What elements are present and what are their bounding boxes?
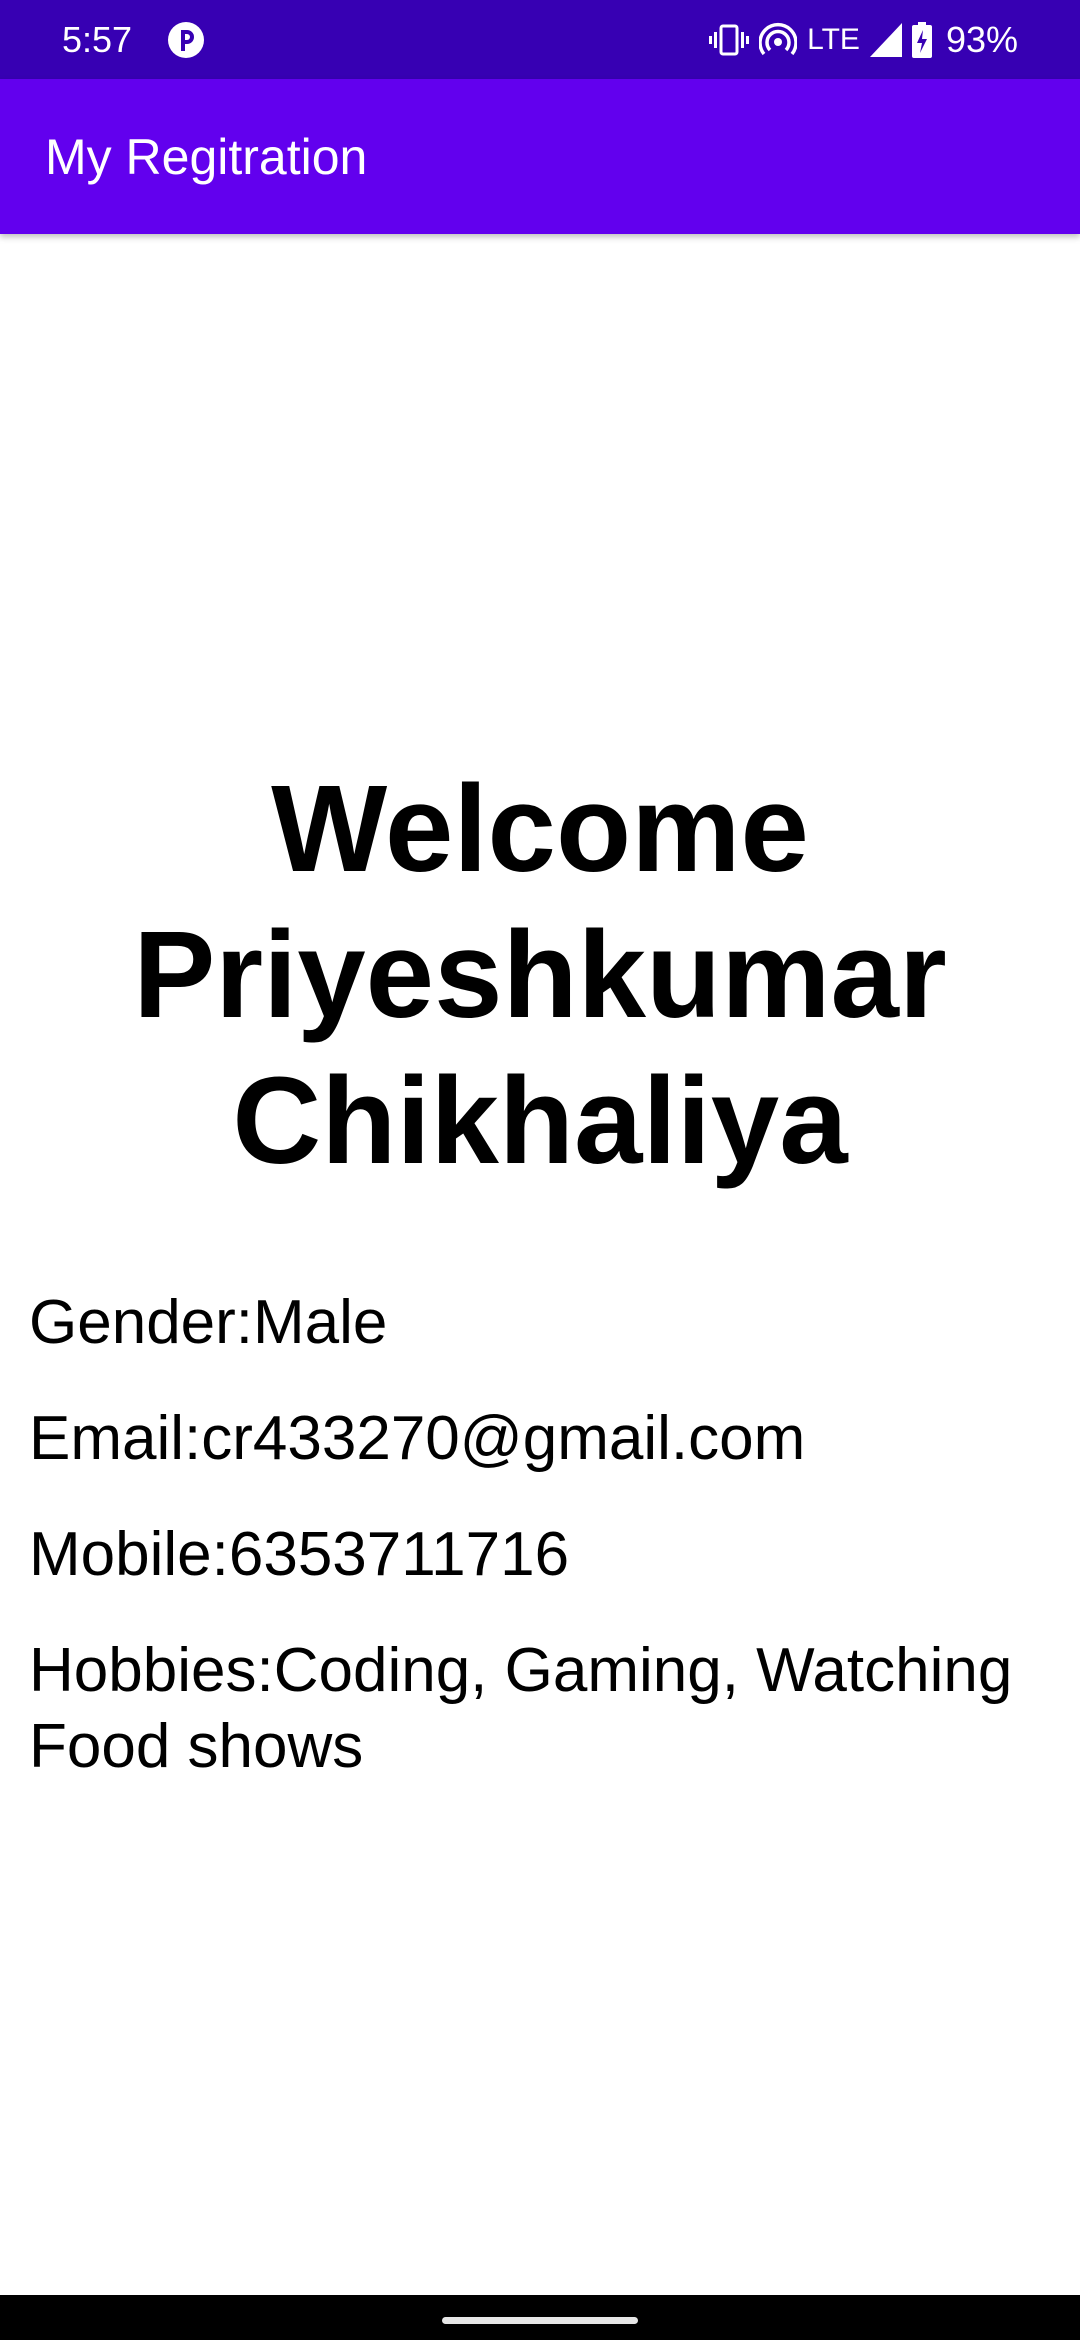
battery-charging-icon [911,22,932,58]
navigation-bar [0,2295,1080,2340]
welcome-line: Welcome [271,761,809,898]
gender-text: Gender:Male [29,1288,388,1357]
mobile-text: Mobile:6353711716 [29,1520,570,1589]
user-first-name: Priyeshkumar [133,907,947,1044]
battery-percent: 93% [945,19,1018,60]
status-time: 5:57 [62,19,133,60]
signal-icon [869,23,902,57]
home-gesture-handle[interactable] [442,2317,638,2324]
hobbies-text: Hobbies:Coding, Gaming, Watching Food sh… [29,1633,1069,1785]
welcome-heading: Welcome Priyeshkumar Chikhaliya [0,757,1080,1195]
user-last-name: Chikhaliya [232,1053,848,1190]
status-bar: 5:57 LTE 93% [0,0,1080,79]
hobbies-line: Hobbies:Coding, Gaming, Watching [29,1636,1013,1705]
status-icons: LTE 93% [709,18,1018,62]
app-bar: My Regitration [0,79,1080,234]
hobbies-line: Food shows [29,1712,364,1781]
vibrate-icon [709,22,750,58]
email-text: Email:cr433270@gmail.com [29,1404,806,1473]
network-type-label: LTE [807,23,860,56]
app-notification-icon [166,20,206,60]
hotspot-icon [759,22,798,58]
app-title: My Regitration [45,129,368,185]
